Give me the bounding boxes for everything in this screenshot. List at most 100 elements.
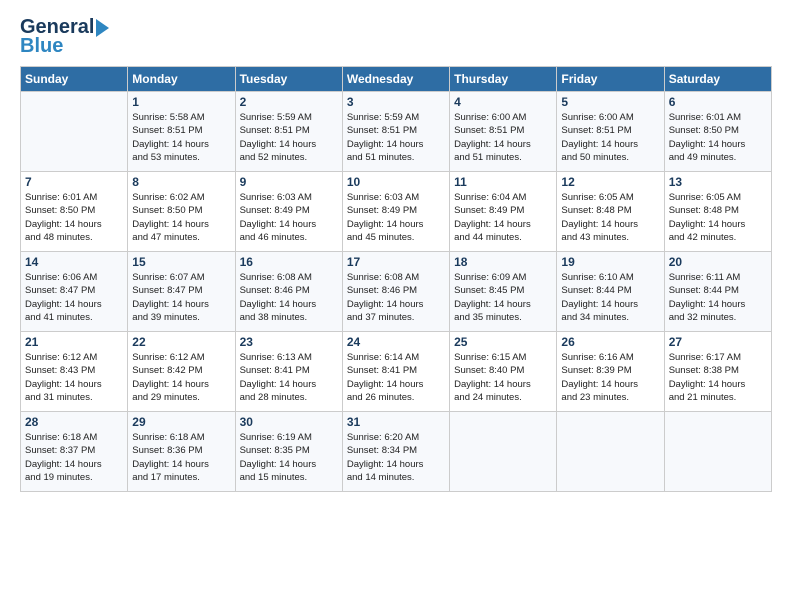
cell-line: Daylight: 14 hours [561,218,659,231]
cell-line: Daylight: 14 hours [561,298,659,311]
cell-line: Sunset: 8:42 PM [132,364,230,377]
calendar-cell [21,92,128,172]
day-number: 11 [454,175,552,189]
cell-line: Sunrise: 6:18 AM [25,431,123,444]
cell-line: Daylight: 14 hours [240,138,338,151]
cell-line: Daylight: 14 hours [132,458,230,471]
day-number: 17 [347,255,445,269]
day-number: 4 [454,95,552,109]
cell-line: Sunrise: 6:05 AM [561,191,659,204]
day-number: 27 [669,335,767,349]
cell-line: Sunset: 8:46 PM [347,284,445,297]
cell-line: and 48 minutes. [25,231,123,244]
cell-line: Sunrise: 6:14 AM [347,351,445,364]
calendar-cell: 6 Sunrise: 6:01 AMSunset: 8:50 PMDaylight… [664,92,771,172]
cell-line: Sunset: 8:41 PM [347,364,445,377]
cell-line: Sunset: 8:51 PM [347,124,445,137]
cell-line: Daylight: 14 hours [669,218,767,231]
col-header-saturday: Saturday [664,67,771,92]
cell-line: and 43 minutes. [561,231,659,244]
cell-line: and 17 minutes. [132,471,230,484]
cell-line: Daylight: 14 hours [25,298,123,311]
calendar-cell: 12Sunrise: 6:05 AMSunset: 8:48 PMDayligh… [557,172,664,252]
cell-line: and 37 minutes. [347,311,445,324]
col-header-friday: Friday [557,67,664,92]
cell-line: Sunset: 8:36 PM [132,444,230,457]
cell-details: Sunrise: 6:05 AMSunset: 8:48 PMDaylight:… [669,191,767,244]
calendar-cell: 30Sunrise: 6:19 AMSunset: 8:35 PMDayligh… [235,412,342,492]
cell-line: and 35 minutes. [454,311,552,324]
cell-line: Sunset: 8:35 PM [240,444,338,457]
cell-line: Sunrise: 6:12 AM [25,351,123,364]
cell-line: Sunrise: 6:07 AM [132,271,230,284]
day-number: 23 [240,335,338,349]
cell-line: Sunrise: 6:09 AM [454,271,552,284]
cell-line: Sunrise: 6:13 AM [240,351,338,364]
calendar-cell: 10Sunrise: 6:03 AMSunset: 8:49 PMDayligh… [342,172,449,252]
calendar-cell: 11 Sunrise: 6:04 AMSunset: 8:49 PMDayligh… [450,172,557,252]
day-number: 1 [132,95,230,109]
cell-line: Daylight: 14 hours [561,378,659,391]
cell-line: Sunset: 8:51 PM [561,124,659,137]
logo-arrow-icon [96,19,109,37]
cell-details: Sunrise: 6:17 AMSunset: 8:38 PMDaylight:… [669,351,767,404]
cell-line: Sunrise: 6:12 AM [132,351,230,364]
cell-details: Sunrise: 5:58 AMSunset: 8:51 PMDaylight:… [132,111,230,164]
cell-line: Sunrise: 6:03 AM [347,191,445,204]
week-row-4: 21Sunrise: 6:12 AMSunset: 8:43 PMDayligh… [21,332,772,412]
day-number: 14 [25,255,123,269]
cell-line: Sunrise: 6:00 AM [454,111,552,124]
cell-line: Sunrise: 5:59 AM [240,111,338,124]
cell-line: Sunrise: 6:08 AM [347,271,445,284]
cell-line: Sunset: 8:34 PM [347,444,445,457]
calendar-cell: 13Sunrise: 6:05 AMSunset: 8:48 PMDayligh… [664,172,771,252]
cell-details: Sunrise: 6:08 AMSunset: 8:46 PMDaylight:… [347,271,445,324]
cell-line: and 15 minutes. [240,471,338,484]
cell-line: and 19 minutes. [25,471,123,484]
week-row-5: 28Sunrise: 6:18 AMSunset: 8:37 PMDayligh… [21,412,772,492]
day-number: 26 [561,335,659,349]
cell-line: and 29 minutes. [132,391,230,404]
cell-line: Sunrise: 6:19 AM [240,431,338,444]
day-number: 8 [132,175,230,189]
cell-line: Sunrise: 6:15 AM [454,351,552,364]
cell-line: and 49 minutes. [669,151,767,164]
cell-details: Sunrise: 6:01 AMSunset: 8:50 PMDaylight:… [669,111,767,164]
cell-line: and 38 minutes. [240,311,338,324]
cell-line: Sunset: 8:44 PM [561,284,659,297]
cell-line: Sunset: 8:39 PM [561,364,659,377]
day-number: 30 [240,415,338,429]
cell-line: Sunrise: 6:17 AM [669,351,767,364]
day-number: 15 [132,255,230,269]
cell-line: and 14 minutes. [347,471,445,484]
cell-line: and 46 minutes. [240,231,338,244]
cell-line: Daylight: 14 hours [561,138,659,151]
cell-line: Daylight: 14 hours [347,218,445,231]
cell-line: and 44 minutes. [454,231,552,244]
cell-line: Daylight: 14 hours [454,218,552,231]
cell-line: Sunrise: 6:01 AM [669,111,767,124]
cell-line: Daylight: 14 hours [669,298,767,311]
cell-line: and 28 minutes. [240,391,338,404]
cell-line: and 41 minutes. [25,311,123,324]
cell-line: and 51 minutes. [454,151,552,164]
day-number: 28 [25,415,123,429]
cell-line: Sunrise: 6:10 AM [561,271,659,284]
calendar-cell: 17 Sunrise: 6:08 AMSunset: 8:46 PMDayligh… [342,252,449,332]
cell-line: Daylight: 14 hours [347,458,445,471]
day-number: 19 [561,255,659,269]
cell-details: Sunrise: 6:00 AMSunset: 8:51 PMDaylight:… [561,111,659,164]
cell-line: and 52 minutes. [240,151,338,164]
day-number: 31 [347,415,445,429]
cell-details: Sunrise: 6:12 AMSunset: 8:43 PMDaylight:… [25,351,123,404]
cell-details: Sunrise: 6:05 AMSunset: 8:48 PMDaylight:… [561,191,659,244]
page: General Blue SundayMondayTuesdayWednesda… [0,0,792,612]
day-number: 7 [25,175,123,189]
cell-details: Sunrise: 6:04 AMSunset: 8:49 PMDaylight:… [454,191,552,244]
cell-line: Daylight: 14 hours [240,298,338,311]
cell-details: Sunrise: 6:03 AMSunset: 8:49 PMDaylight:… [240,191,338,244]
cell-details: Sunrise: 6:14 AMSunset: 8:41 PMDaylight:… [347,351,445,404]
cell-details: Sunrise: 6:07 AMSunset: 8:47 PMDaylight:… [132,271,230,324]
cell-line: Sunset: 8:51 PM [454,124,552,137]
day-number: 6 [669,95,767,109]
